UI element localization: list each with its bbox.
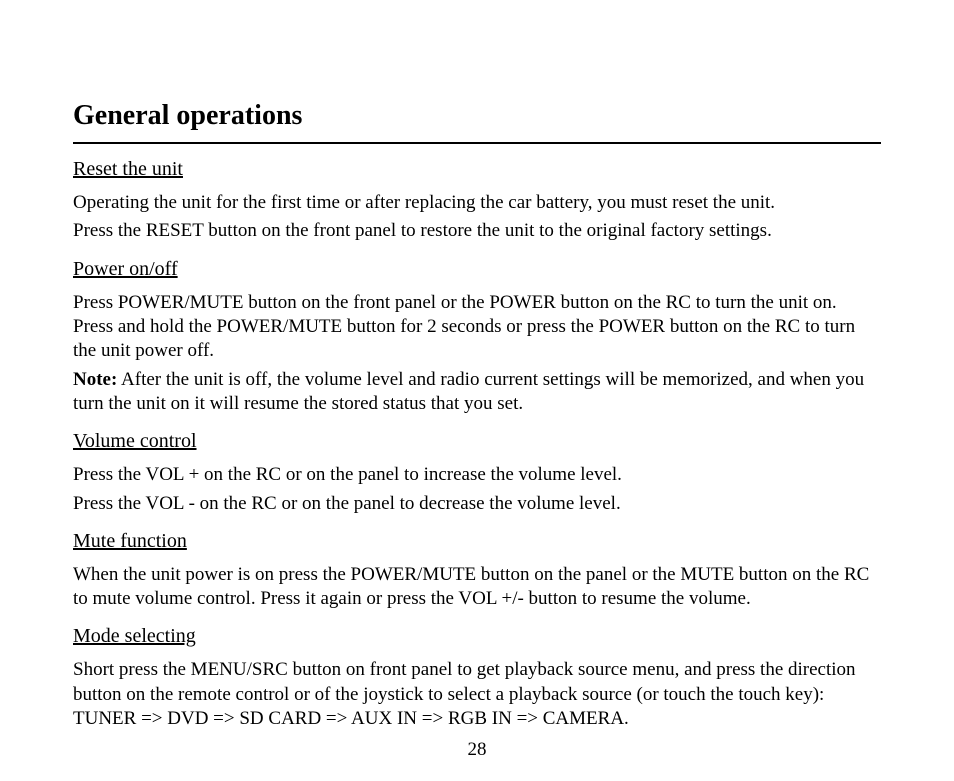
body-text-note: Note: After the unit is off, the volume … — [73, 368, 881, 417]
body-text: Press the RESET button on the front pane… — [73, 219, 881, 243]
body-text: Operating the unit for the first time or… — [73, 191, 881, 215]
page-title: General operations — [73, 100, 881, 144]
section-heading-power: Power on/off — [73, 258, 881, 281]
document-page: General operations Reset the unit Operat… — [0, 0, 954, 781]
section-heading-mode: Mode selecting — [73, 625, 881, 648]
section-heading-volume: Volume control — [73, 430, 881, 453]
page-number: 28 — [0, 739, 954, 761]
body-text: Press POWER/MUTE button on the front pan… — [73, 291, 881, 364]
note-text: After the unit is off, the volume level … — [73, 369, 864, 414]
section-heading-reset: Reset the unit — [73, 158, 881, 181]
body-text: Short press the MENU/SRC button on front… — [73, 658, 881, 731]
note-label: Note: — [73, 369, 117, 390]
section-heading-mute: Mute function — [73, 530, 881, 553]
body-text: Press the VOL + on the RC or on the pane… — [73, 463, 881, 487]
body-text: Press the VOL - on the RC or on the pane… — [73, 492, 881, 516]
body-text: When the unit power is on press the POWE… — [73, 563, 881, 612]
